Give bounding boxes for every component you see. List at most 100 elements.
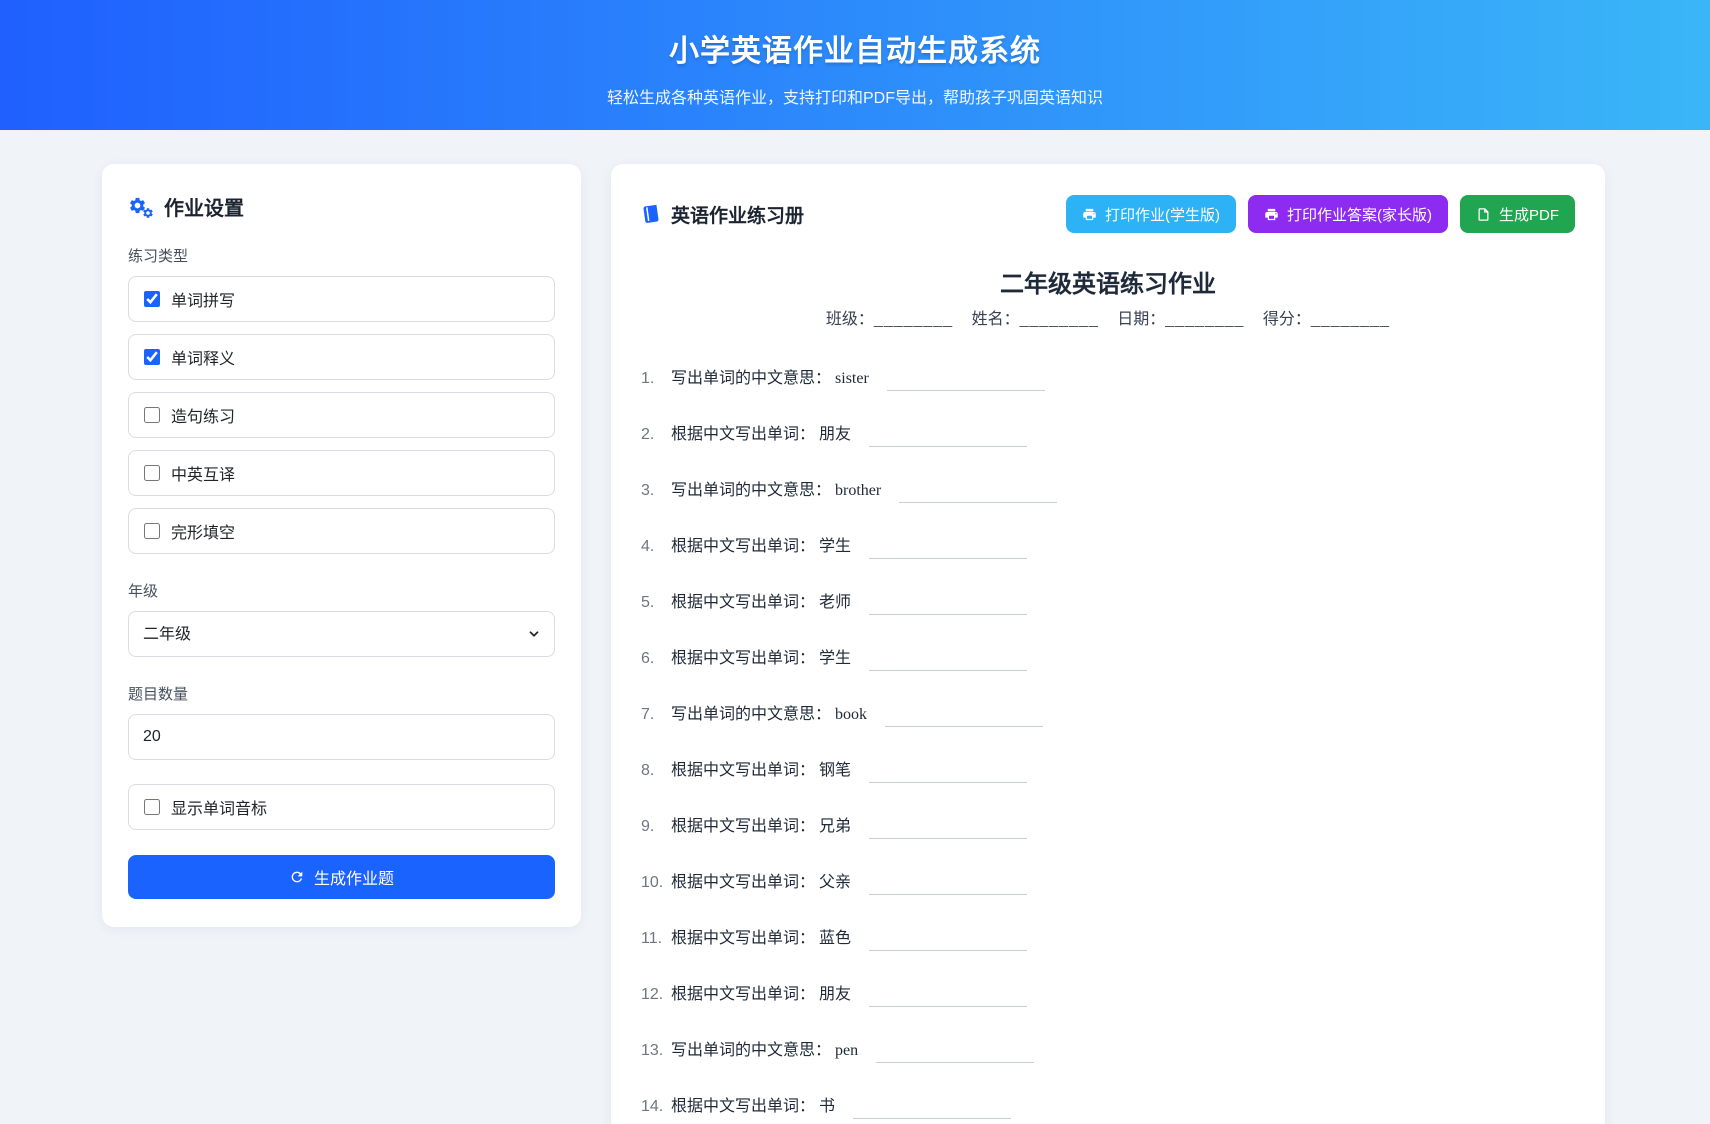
question-number: 12. [641,983,671,1007]
generate-pdf-button[interactable]: 生成PDF [1460,195,1575,233]
question-text: 写出单词的中文意思： [671,370,831,387]
question-word: pen [835,1042,858,1059]
question-word: 朋友 [819,426,851,443]
exercise-type-label: 单词释义 [171,345,235,369]
meta-label: 得分： [1263,311,1311,328]
meta-label: 班级： [826,311,874,328]
phonetic-checkbox[interactable] [144,799,160,815]
exercise-type-option[interactable]: 单词拼写 [128,276,555,322]
question-row: 8.根据中文写出单词：钢笔 [641,759,1575,783]
grade-select[interactable]: 二年级 [128,611,555,657]
question-count-label: 题目数量 [128,683,555,704]
printer-icon [1264,207,1279,222]
worksheet-meta: 班级：________ 姓名：________ 日期：________ 得分：_… [641,308,1575,332]
app-header: 小学英语作业自动生成系统 轻松生成各种英语作业，支持打印和PDF导出，帮助孩子巩… [0,0,1710,130]
exercise-type-option[interactable]: 中英互译 [128,450,555,496]
worksheet-panel: 英语作业练习册 打印作业(学生版) 打印作业答案(家长版) [611,164,1605,1124]
question-row: 3.写出单词的中文意思：brother [641,479,1575,503]
content: 作业设置 练习类型 单词拼写 单词释义 造句练习 中英互译 完形填空 年级 二年… [0,130,1710,1124]
app-subtitle: 轻松生成各种英语作业，支持打印和PDF导出，帮助孩子巩固英语知识 [0,84,1710,108]
meta-blank: ________ [1165,311,1244,328]
page: 小学英语作业自动生成系统 轻松生成各种英语作业，支持打印和PDF导出，帮助孩子巩… [0,0,1710,1124]
answer-blank [869,765,1027,783]
question-number: 1. [641,367,671,391]
question-row: 10.根据中文写出单词：父亲 [641,871,1575,895]
question-row: 6.根据中文写出单词：学生 [641,647,1575,671]
question-word: 兄弟 [819,818,851,835]
print-parent-button[interactable]: 打印作业答案(家长版) [1248,195,1448,233]
question-word: sister [835,370,869,387]
question-word: 钢笔 [819,762,851,779]
question-number: 7. [641,703,671,727]
question-text: 根据中文写出单词： [671,874,815,891]
question-text: 根据中文写出单词： [671,930,815,947]
question-text: 写出单词的中文意思： [671,706,831,723]
question-row: 11.根据中文写出单词：蓝色 [641,927,1575,951]
answer-blank [853,1101,1011,1119]
answer-blank [869,877,1027,895]
question-row: 1.写出单词的中文意思：sister [641,367,1575,391]
question-word: 学生 [819,538,851,555]
meta-blank: ________ [1311,311,1390,328]
exercise-type-label: 完形填空 [171,519,235,543]
app-title: 小学英语作业自动生成系统 [0,26,1710,70]
panel-title-row: 英语作业练习册 [641,201,804,228]
meta-item: 日期：________ [1117,311,1244,328]
question-row: 9.根据中文写出单词：兄弟 [641,815,1575,839]
question-number: 4. [641,535,671,559]
question-word: 书 [819,1098,835,1115]
question-row: 13.写出单词的中文意思：pen [641,1039,1575,1063]
exercise-type-label: 单词拼写 [171,287,235,311]
question-row: 5.根据中文写出单词：老师 [641,591,1575,615]
question-row: 7.写出单词的中文意思：book [641,703,1575,727]
question-text: 写出单词的中文意思： [671,1042,831,1059]
question-text: 根据中文写出单词： [671,594,815,611]
answer-blank [887,373,1045,391]
exercise-type-checkbox[interactable] [144,465,160,481]
exercise-type-label: 练习类型 [128,245,555,266]
meta-item: 姓名：________ [972,311,1099,328]
answer-blank [869,933,1027,951]
generate-questions-button[interactable]: 生成作业题 [128,855,555,899]
question-number: 6. [641,647,671,671]
exercise-type-option[interactable]: 单词释义 [128,334,555,380]
answer-blank [869,429,1027,447]
settings-title: 作业设置 [164,192,244,221]
pdf-file-icon [1476,207,1491,222]
exercise-type-option[interactable]: 造句练习 [128,392,555,438]
question-text: 根据中文写出单词： [671,426,815,443]
exercise-type-checkbox[interactable] [144,291,160,307]
question-number: 3. [641,479,671,503]
question-text: 根据中文写出单词： [671,818,815,835]
exercise-type-checkbox[interactable] [144,523,160,539]
answer-blank [876,1045,1034,1063]
meta-item: 得分：________ [1263,311,1390,328]
question-text: 写出单词的中文意思： [671,482,831,499]
action-buttons: 打印作业(学生版) 打印作业答案(家长版) 生成PDF [1066,195,1575,233]
print-student-button[interactable]: 打印作业(学生版) [1066,195,1236,233]
exercise-type-option[interactable]: 完形填空 [128,508,555,554]
question-text: 根据中文写出单词： [671,1098,815,1115]
worksheet-title: 二年级英语练习作业 [641,264,1575,299]
question-text: 根据中文写出单词： [671,538,815,555]
answer-blank [885,709,1043,727]
phonetic-option[interactable]: 显示单词音标 [128,784,555,830]
answer-blank [899,485,1057,503]
question-word: brother [835,482,881,499]
question-number: 5. [641,591,671,615]
question-row: 4.根据中文写出单词：学生 [641,535,1575,559]
answer-blank [869,821,1027,839]
panel-title: 英语作业练习册 [671,201,804,228]
settings-panel: 作业设置 练习类型 单词拼写 单词释义 造句练习 中英互译 完形填空 年级 二年… [102,164,581,927]
printer-icon [1082,207,1097,222]
answer-blank [869,597,1027,615]
question-word: 老师 [819,594,851,611]
question-number: 2. [641,423,671,447]
question-text: 根据中文写出单词： [671,650,815,667]
question-row: 12.根据中文写出单词：朋友 [641,983,1575,1007]
question-word: 学生 [819,650,851,667]
question-count-input[interactable] [128,714,555,760]
exercise-type-checkbox[interactable] [144,407,160,423]
question-number: 11. [641,927,671,951]
exercise-type-checkbox[interactable] [144,349,160,365]
